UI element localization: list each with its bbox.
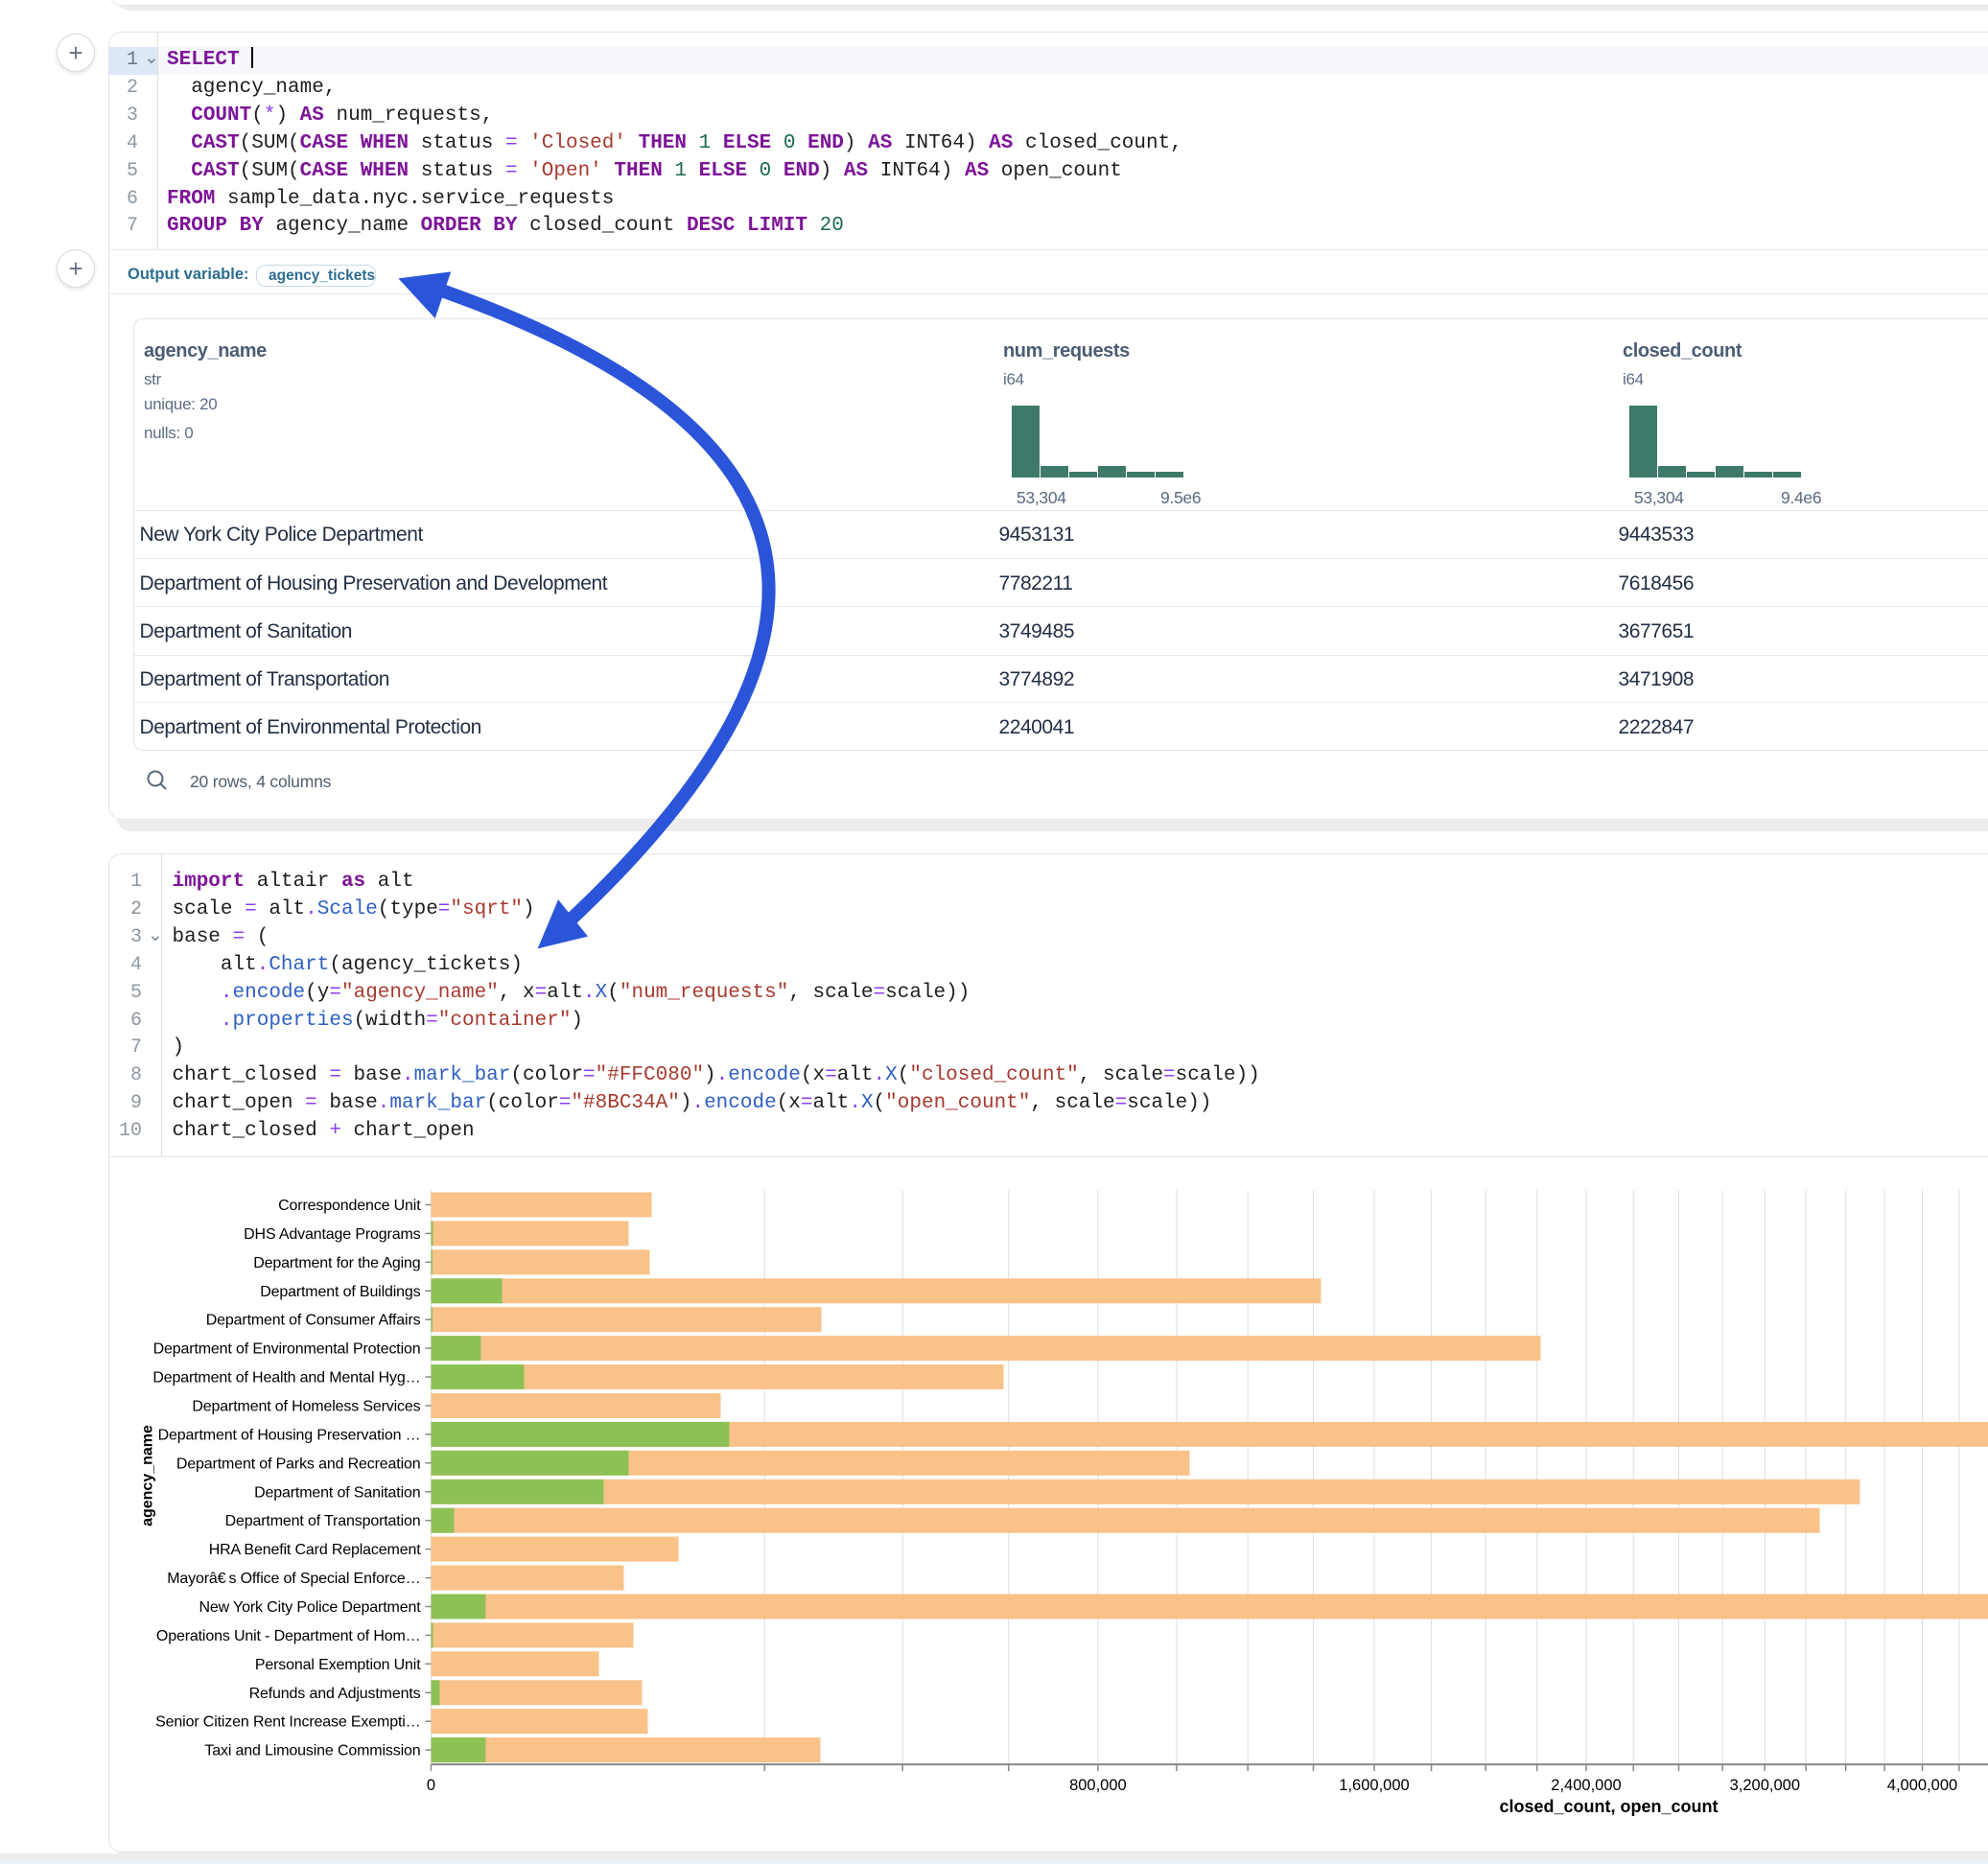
svg-text:Department for the Aging: Department for the Aging	[253, 1255, 420, 1271]
svg-text:800,000: 800,000	[1069, 1777, 1127, 1794]
svg-text:Department of Homeless Service: Department of Homeless Services	[192, 1399, 420, 1415]
svg-text:Department of Environmental Pr: Department of Environmental Protection	[152, 1341, 420, 1358]
svg-text:1,600,000: 1,600,000	[1339, 1777, 1409, 1794]
svg-text:Personal Exemption Unit: Personal Exemption Unit	[254, 1657, 420, 1673]
svg-text:Department of Consumer Affairs: Department of Consumer Affairs	[205, 1313, 420, 1329]
svg-text:Department of Health and Menta: Department of Health and Mental Hyg…	[152, 1370, 420, 1386]
svg-text:Department of Sanitation: Department of Sanitation	[254, 1484, 420, 1501]
svg-text:Department of Parks and Recrea: Department of Parks and Recreation	[175, 1456, 420, 1472]
svg-text:2,400,000: 2,400,000	[1551, 1777, 1621, 1794]
svg-text:3,200,000: 3,200,000	[1729, 1777, 1799, 1794]
svg-text:Department of Transportation: Department of Transportation	[224, 1513, 420, 1529]
svg-text:Correspondence Unit: Correspondence Unit	[278, 1198, 421, 1214]
svg-text:Department of Housing Preserva: Department of Housing Preservation …	[157, 1427, 420, 1443]
svg-text:closed_count, open_count: closed_count, open_count	[1499, 1797, 1718, 1816]
svg-text:HRA Benefit Card Replacement: HRA Benefit Card Replacement	[208, 1542, 421, 1558]
svg-text:Department of Buildings: Department of Buildings	[260, 1284, 420, 1300]
svg-text:0: 0	[426, 1777, 434, 1794]
svg-text:DHS Advantage Programs: DHS Advantage Programs	[244, 1226, 420, 1243]
svg-text:agency_name: agency_name	[139, 1425, 155, 1526]
svg-text:Operations Unit - Department o: Operations Unit - Department of Hom…	[155, 1628, 420, 1644]
svg-text:Senior Citizen Rent Increase E: Senior Citizen Rent Increase Exempti…	[155, 1714, 420, 1731]
svg-text:Mayorâ€ s Office of Special En: Mayorâ€ s Office of Special Enforce…	[167, 1571, 420, 1587]
svg-text:4,000,000: 4,000,000	[1886, 1777, 1956, 1794]
svg-text:Refunds and Adjustments: Refunds and Adjustments	[248, 1686, 420, 1702]
svg-text:New York City Police Departmen: New York City Police Department	[199, 1599, 421, 1616]
svg-text:Taxi and Limousine Commission: Taxi and Limousine Commission	[204, 1743, 420, 1759]
